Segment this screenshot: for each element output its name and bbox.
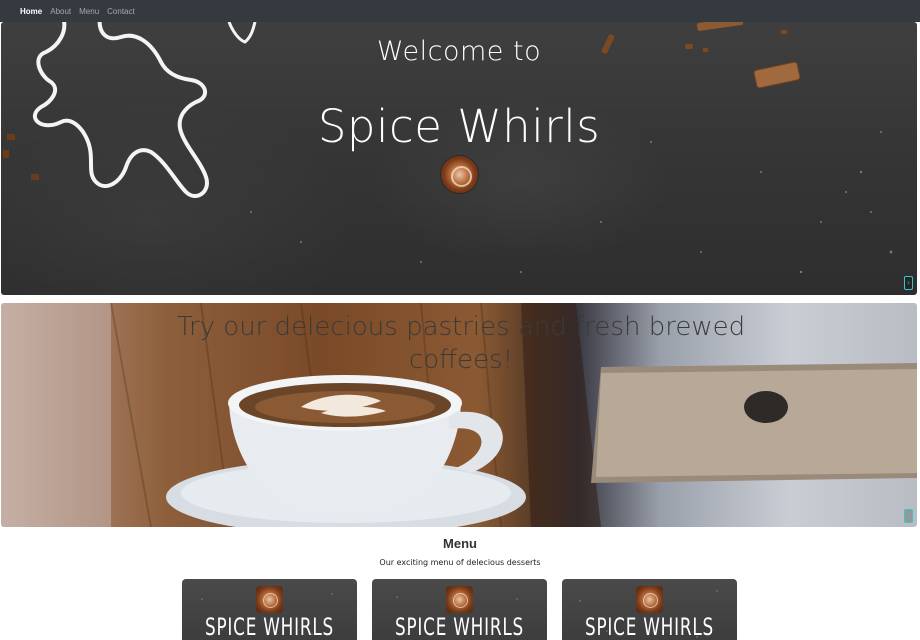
nav-link-menu[interactable]: Menu (79, 7, 99, 16)
carousel-next-button[interactable]: › (904, 276, 913, 290)
nav-link-about[interactable]: About (50, 7, 71, 16)
hero-coffee-headline: Try our delecious pastries and fresh bre… (176, 312, 746, 375)
hero-kicker-text: Welcome to (376, 36, 542, 67)
cinnamon-roll-logo-icon (441, 156, 478, 193)
menu-card[interactable]: SPICE WHIRLS (372, 579, 547, 640)
clove (31, 174, 39, 180)
menu-card-brand-text: SPICE WHIRLS (205, 613, 334, 640)
menu-card[interactable]: SPICE WHIRLS (182, 579, 357, 640)
cinnamon-roll-logo-icon (256, 586, 283, 613)
menu-card[interactable]: SPICE WHIRLS (562, 579, 737, 640)
nav-link-contact[interactable]: Contact (107, 7, 135, 16)
menu-card-brand-text: SPICE WHIRLS (395, 613, 524, 640)
hero-coffee-slide: Try our delecious pastries and fresh bre… (1, 303, 917, 527)
cinnamon-roll-logo-icon (636, 586, 663, 613)
menu-card-brand-text: SPICE WHIRLS (585, 613, 714, 640)
hero-title: Spice Whirls (317, 100, 601, 153)
carousel-next-button[interactable]: › (904, 509, 913, 523)
cinnamon-stick (696, 22, 744, 31)
navbar: Home About Menu Contact (0, 0, 920, 22)
menu-section-title: Menu (443, 536, 477, 551)
nav-link-home[interactable]: Home (20, 7, 42, 16)
hero-welcome-slide: Welcome to Spice Whirls › (1, 22, 917, 295)
menu-section-subtitle: Our exciting menu of delecious desserts (379, 558, 541, 567)
clove (781, 30, 787, 34)
cinnamon-roll-logo-icon (446, 586, 473, 613)
